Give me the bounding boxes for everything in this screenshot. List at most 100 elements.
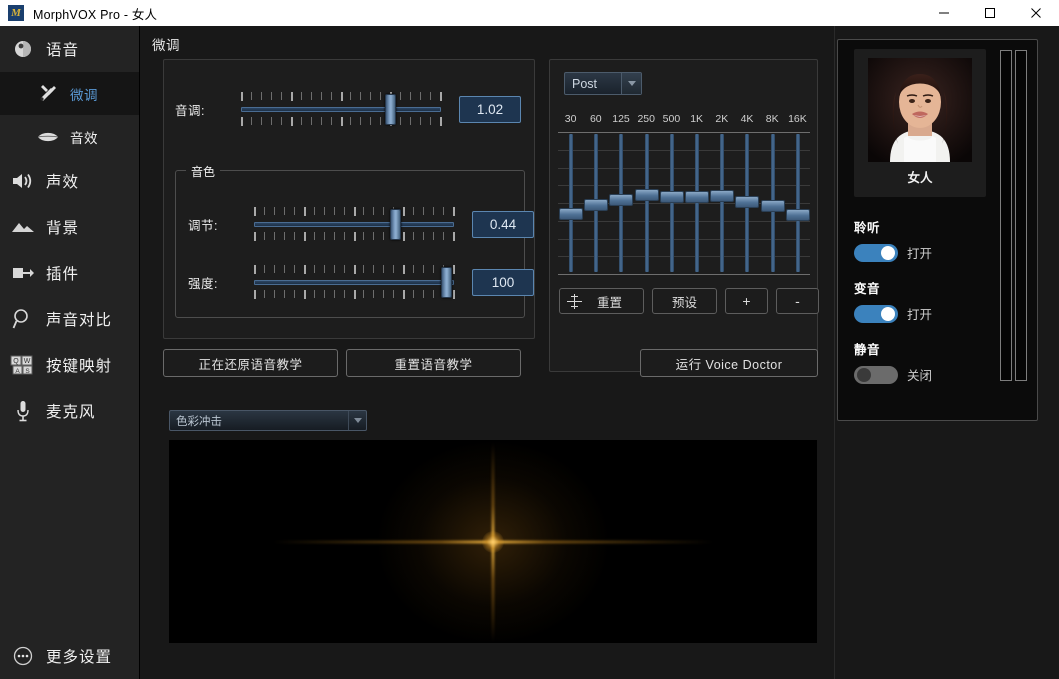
maximize-button[interactable] — [967, 0, 1013, 26]
eq-band-thumb[interactable] — [584, 199, 608, 211]
pitch-slider[interactable] — [237, 90, 445, 128]
slider-tick — [334, 207, 335, 215]
slider-tick — [311, 117, 312, 125]
slider-tick — [440, 92, 442, 101]
slider-tick — [284, 232, 285, 240]
listen-toggle[interactable] — [854, 244, 898, 262]
eq-band[interactable] — [583, 132, 609, 274]
eq-band-thumb[interactable] — [735, 196, 759, 208]
mute-toggle[interactable] — [854, 366, 898, 384]
title-bar: M MorphVOX Pro - 女人 — [0, 0, 1059, 26]
eq-band-thumb[interactable] — [710, 190, 734, 202]
eq-band[interactable] — [659, 132, 685, 274]
strength-slider[interactable] — [250, 263, 458, 301]
slider-tick — [274, 207, 275, 215]
adjust-slider[interactable] — [250, 205, 458, 243]
avatar-frame[interactable]: 女人 — [854, 49, 986, 197]
slider-tick — [363, 232, 364, 240]
eq-reset-button[interactable]: 重置 — [559, 288, 644, 314]
pitch-value[interactable]: 1.02 — [459, 96, 521, 123]
sidebar-item-plugins[interactable]: 插件 — [0, 250, 139, 296]
sidebar-item-keybindings[interactable]: Q W A S 按键映射 — [0, 342, 139, 388]
close-button[interactable] — [1013, 0, 1059, 26]
minimize-button[interactable] — [921, 0, 967, 26]
eq-band[interactable] — [734, 132, 760, 274]
eq-band[interactable] — [608, 132, 634, 274]
slider-tick — [380, 92, 381, 100]
eq-graph — [558, 132, 810, 274]
slider-tick — [433, 265, 434, 273]
eq-band[interactable] — [760, 132, 786, 274]
slider-tick — [443, 207, 444, 215]
eq-band[interactable] — [684, 132, 710, 274]
eq-band[interactable] — [785, 132, 811, 274]
equalizer-panel: Post 30601252505001K2K4K8K16K 重置 预设 + — [549, 59, 818, 372]
adjust-value[interactable]: 0.44 — [472, 211, 534, 238]
slider-tick — [331, 92, 332, 100]
eq-add-button[interactable]: + — [725, 288, 768, 314]
slider-tick — [324, 290, 325, 298]
slider-tick — [284, 290, 285, 298]
eq-band-thumb[interactable] — [559, 208, 583, 220]
sidebar-item-compare[interactable]: 声音对比 — [0, 296, 139, 342]
slider-tick — [254, 265, 256, 274]
slider-tick — [254, 207, 256, 216]
voicechange-toggle-row: 打开 — [854, 304, 1004, 323]
sidebar-item-microphone[interactable]: 麦克风 — [0, 388, 139, 434]
restore-voice-training-button[interactable]: 正在还原语音教学 — [163, 349, 338, 377]
strength-slider-thumb[interactable] — [441, 267, 452, 298]
eq-band-thumb[interactable] — [761, 200, 785, 212]
visual-preset-select[interactable]: 色彩冲击 — [169, 410, 367, 431]
slider-tick — [354, 265, 356, 274]
main-content: 微调 音调: 1.02 音色 调节: — [140, 26, 835, 679]
sidebar-item-background[interactable]: 背景 — [0, 204, 139, 250]
toggle-group-mute: 静音 关闭 — [854, 339, 1004, 384]
slider-tick — [344, 265, 345, 273]
eq-preset-button[interactable]: 预设 — [652, 288, 717, 314]
slider-tick — [430, 117, 431, 125]
slider-tick — [433, 290, 434, 298]
magnifier-icon — [0, 308, 46, 330]
sidebar-item-sound[interactable]: 声效 — [0, 158, 139, 204]
sidebar-item-effects[interactable]: 音效 — [0, 115, 139, 158]
slider-tick — [254, 232, 256, 241]
slider-tick — [304, 290, 306, 299]
keyboard-icon: Q W A S — [0, 354, 46, 376]
strength-ticks-top — [250, 265, 458, 274]
maximize-icon — [984, 7, 996, 19]
slider-tick — [324, 232, 325, 240]
sidebar-item-tuning[interactable]: 微调 — [0, 72, 139, 115]
sidebar-item-more-settings[interactable]: 更多设置 — [0, 633, 140, 679]
slider-tick — [354, 290, 356, 299]
eq-band-track — [645, 134, 649, 272]
eq-band[interactable] — [558, 132, 584, 274]
reset-voice-training-button[interactable]: 重置语音教学 — [346, 349, 521, 377]
eq-band-thumb[interactable] — [685, 191, 709, 203]
slider-tick — [251, 117, 252, 125]
eq-band-thumb[interactable] — [609, 194, 633, 206]
eq-mode-select[interactable]: Post — [564, 72, 642, 95]
run-voice-doctor-button[interactable]: 运行 Voice Doctor — [640, 349, 818, 377]
pitch-slider-thumb[interactable] — [385, 94, 396, 125]
adjust-slider-thumb[interactable] — [390, 209, 401, 240]
strength-value[interactable]: 100 — [472, 269, 534, 296]
eq-band[interactable] — [709, 132, 735, 274]
eq-band[interactable] — [634, 132, 660, 274]
voicechange-label: 变音 — [854, 278, 1004, 297]
eq-remove-button[interactable]: - — [776, 288, 819, 314]
eq-band-thumb[interactable] — [635, 189, 659, 201]
slider-tick — [410, 92, 411, 100]
tone-group: 音色 调节: 0.44 强度: — [175, 170, 525, 318]
sidebar-item-voice[interactable]: 语音 — [0, 26, 139, 72]
eq-mode-value: Post — [565, 77, 621, 91]
slider-tick — [274, 232, 275, 240]
slider-tick — [301, 92, 302, 100]
chevron-down-icon — [348, 411, 366, 430]
sidebar-label-voice: 语音 — [46, 38, 79, 60]
eq-band-thumb[interactable] — [660, 191, 684, 203]
voicechange-toggle[interactable] — [854, 305, 898, 323]
window-controls — [921, 0, 1059, 26]
adjust-label: 调节: — [188, 215, 250, 234]
eq-band-thumb[interactable] — [786, 209, 810, 221]
strength-track — [254, 280, 454, 285]
